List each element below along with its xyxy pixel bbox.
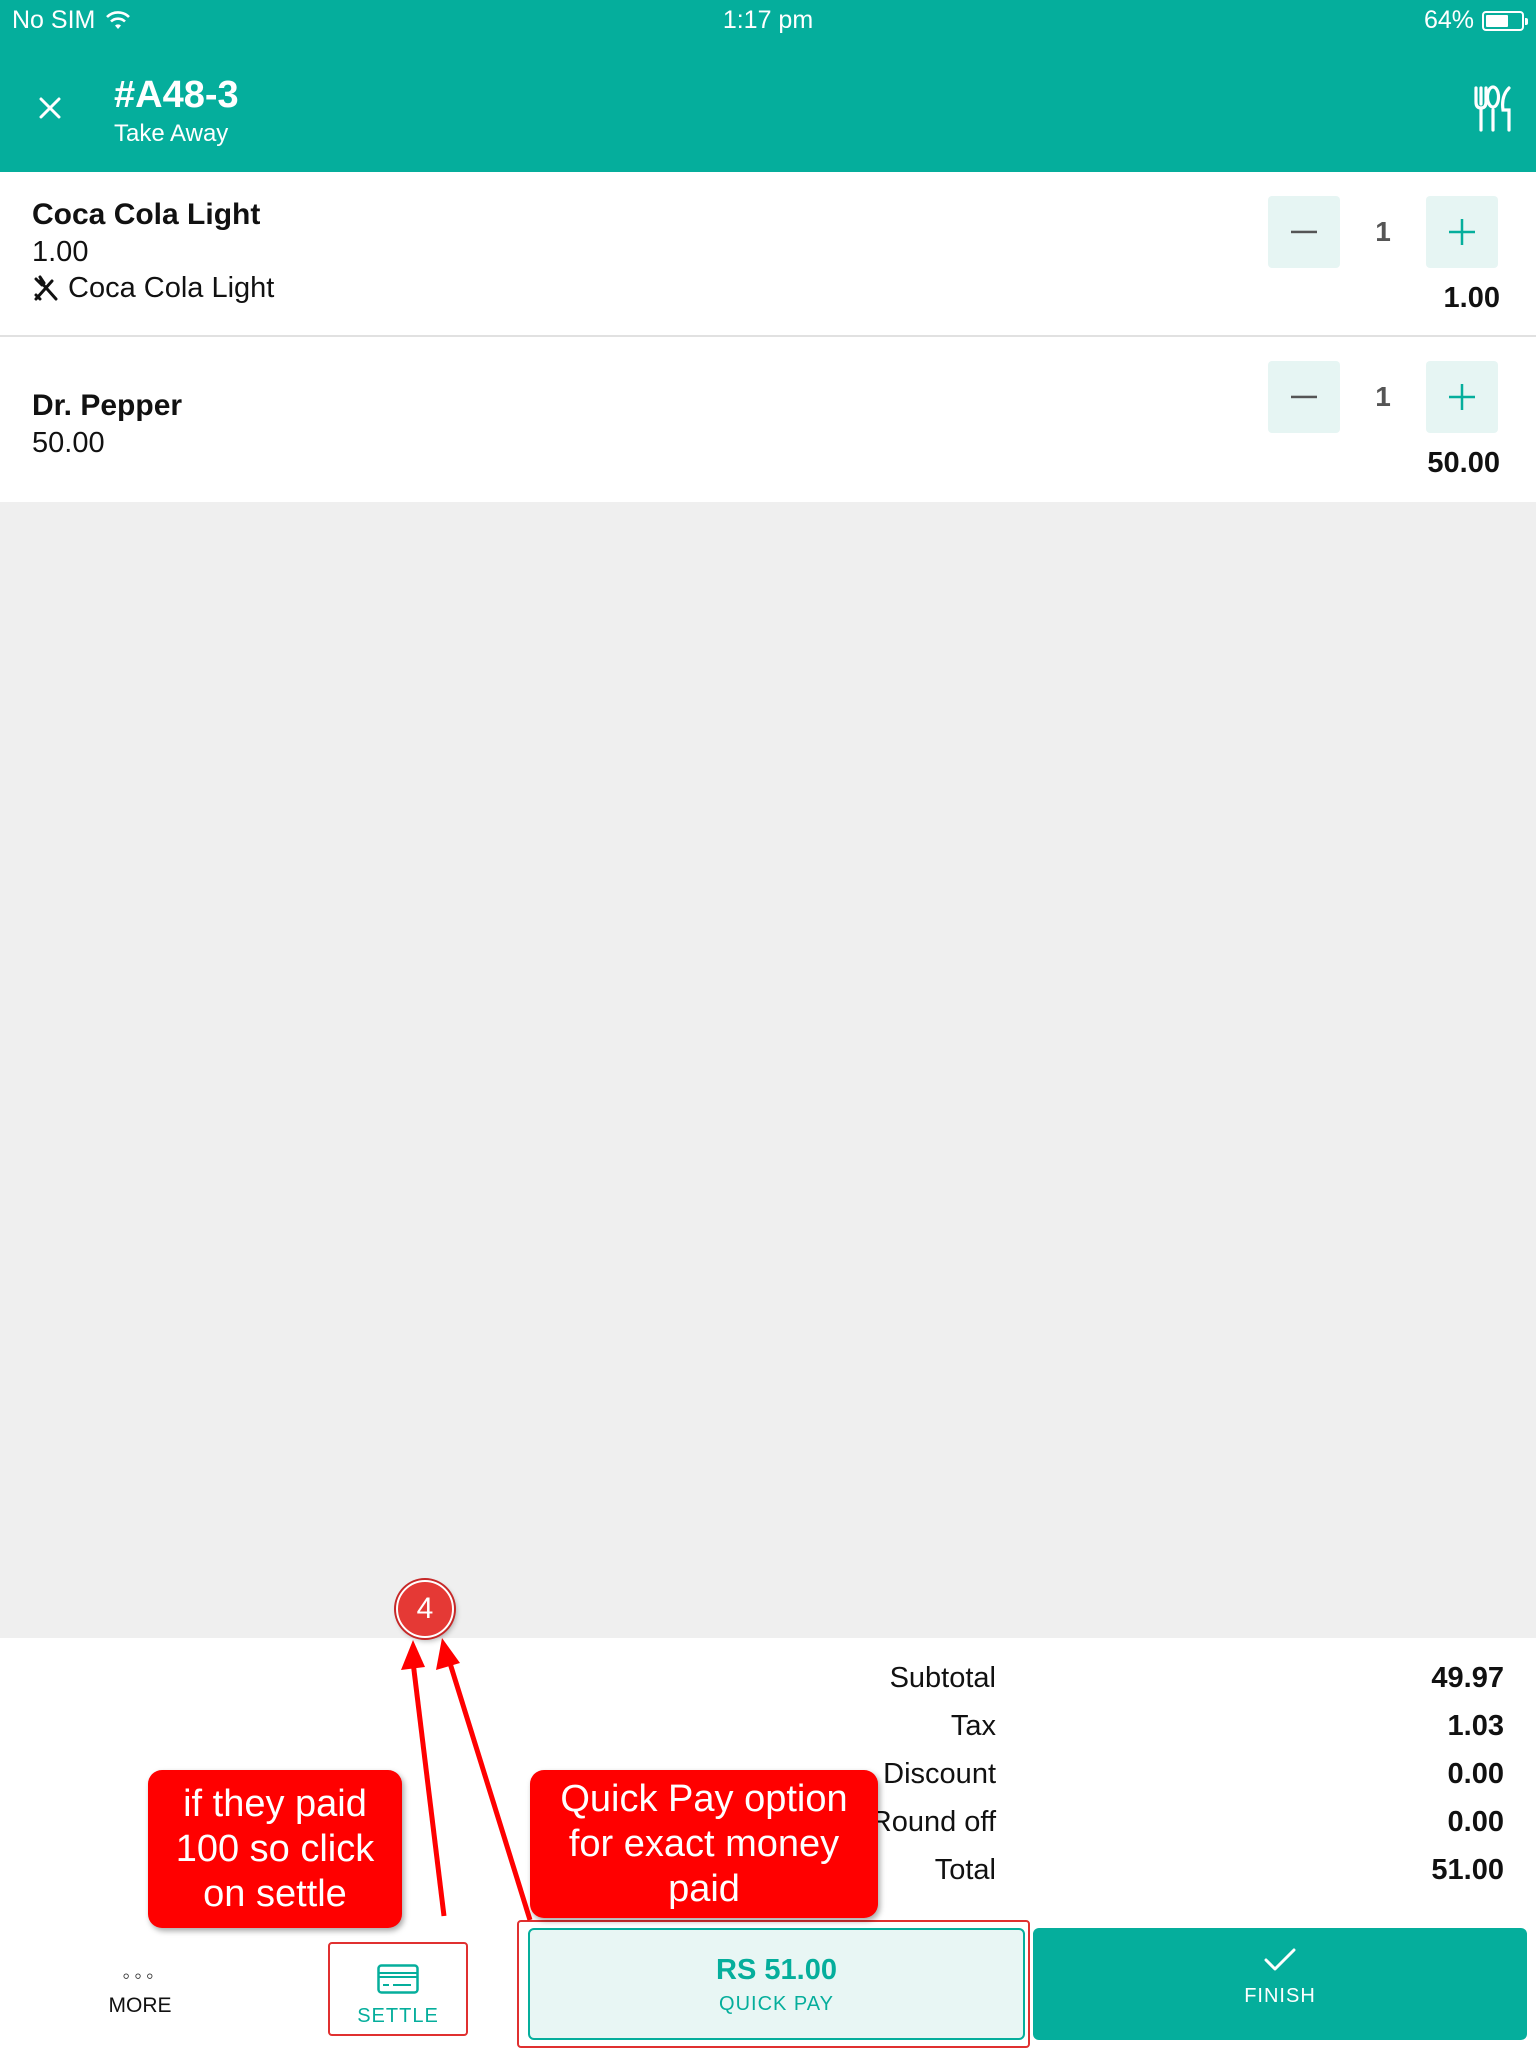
list-item[interactable]: Dr. Pepper 50.00 1 50.00 bbox=[0, 337, 1536, 502]
battery-percent: 64% bbox=[1423, 6, 1474, 34]
more-button[interactable]: ◦◦◦ MORE bbox=[80, 1963, 200, 2018]
quick-pay-label: QUICK PAY bbox=[719, 1993, 834, 2015]
list-item[interactable]: Coca Cola Light 1.00 Coca Cola Light 1 1… bbox=[0, 172, 1536, 337]
callout-line: paid bbox=[668, 1867, 740, 1910]
line-total: 50.00 bbox=[1427, 447, 1500, 479]
round-off-value: 0.00 bbox=[1447, 1806, 1504, 1838]
line-total: 1.00 bbox=[1443, 282, 1500, 314]
quantity-stepper: 1 bbox=[1268, 196, 1498, 268]
settle-button[interactable]: SETTLE bbox=[328, 1942, 468, 2036]
more-icon: ◦◦◦ bbox=[122, 1963, 158, 1988]
plus-icon bbox=[1449, 219, 1475, 245]
more-label: MORE bbox=[108, 1994, 172, 2017]
item-modifier-label: Coca Cola Light bbox=[68, 272, 275, 304]
item-price: 1.00 bbox=[32, 236, 89, 268]
card-icon bbox=[377, 1964, 419, 1994]
subtotal-label: Subtotal bbox=[889, 1662, 996, 1694]
subtotal-value: 49.97 bbox=[1431, 1662, 1504, 1694]
item-price: 50.00 bbox=[32, 427, 105, 459]
finish-button[interactable]: FINISH bbox=[1033, 1928, 1527, 2040]
tax-value: 1.03 bbox=[1447, 1710, 1504, 1742]
quick-pay-button[interactable]: RS 51.00 QUICK PAY bbox=[528, 1928, 1025, 2040]
quick-pay-amount: RS 51.00 bbox=[716, 1954, 837, 1986]
decrease-button[interactable] bbox=[1268, 196, 1340, 268]
callout-line: 100 so click bbox=[175, 1827, 375, 1870]
increase-button[interactable] bbox=[1426, 361, 1498, 433]
battery-icon bbox=[1482, 10, 1528, 31]
item-name: Coca Cola Light bbox=[32, 198, 261, 231]
status-time: 1:17 pm bbox=[722, 6, 814, 34]
settle-label: SETTLE bbox=[357, 2005, 439, 2027]
order-items-list: Coca Cola Light 1.00 Coca Cola Light 1 1… bbox=[0, 172, 1536, 502]
cutlery-icon bbox=[1474, 85, 1511, 132]
quantity-value: 1 bbox=[1375, 216, 1391, 247]
order-type: Take Away bbox=[114, 120, 229, 147]
callout-line: on settle bbox=[203, 1872, 347, 1915]
minus-icon bbox=[1291, 230, 1317, 234]
quantity-stepper: 1 bbox=[1268, 361, 1498, 433]
item-modifier: Coca Cola Light bbox=[32, 272, 274, 305]
increase-button[interactable] bbox=[1426, 196, 1498, 268]
kitchen-icon bbox=[34, 275, 58, 300]
order-id: #A48-3 bbox=[114, 74, 239, 116]
item-name: Dr. Pepper bbox=[32, 389, 183, 422]
status-battery: 64% bbox=[1423, 6, 1528, 35]
total-value: 51.00 bbox=[1431, 1854, 1504, 1886]
step-badge: 4 bbox=[396, 1580, 454, 1638]
discount-value: 0.00 bbox=[1447, 1758, 1504, 1790]
tax-label: Tax bbox=[950, 1710, 996, 1742]
check-icon bbox=[1264, 1948, 1296, 1971]
quantity-value: 1 bbox=[1375, 381, 1391, 412]
cutlery-button[interactable] bbox=[1470, 84, 1516, 134]
close-button[interactable] bbox=[28, 86, 72, 130]
plus-icon bbox=[1449, 384, 1475, 410]
battery-fill bbox=[1486, 14, 1508, 27]
quick-pay-callout: Quick Pay option for exact money paid bbox=[530, 1770, 878, 1918]
callout-line: if they paid bbox=[183, 1782, 367, 1825]
decrease-button[interactable] bbox=[1268, 361, 1340, 433]
app-header: No SIM 1:17 pm 64% #A48-3 Take Away bbox=[0, 0, 1536, 172]
total-label: Total bbox=[934, 1854, 996, 1886]
finish-label: FINISH bbox=[1244, 1985, 1316, 2007]
close-icon bbox=[39, 97, 61, 119]
discount-label: Discount bbox=[883, 1758, 996, 1790]
minus-icon bbox=[1291, 395, 1317, 399]
callout-line: for exact money bbox=[568, 1822, 840, 1865]
callout-line: Quick Pay option bbox=[560, 1777, 848, 1820]
settle-callout: if they paid 100 so click on settle bbox=[148, 1770, 402, 1928]
round-off-label: Round off bbox=[870, 1806, 996, 1838]
